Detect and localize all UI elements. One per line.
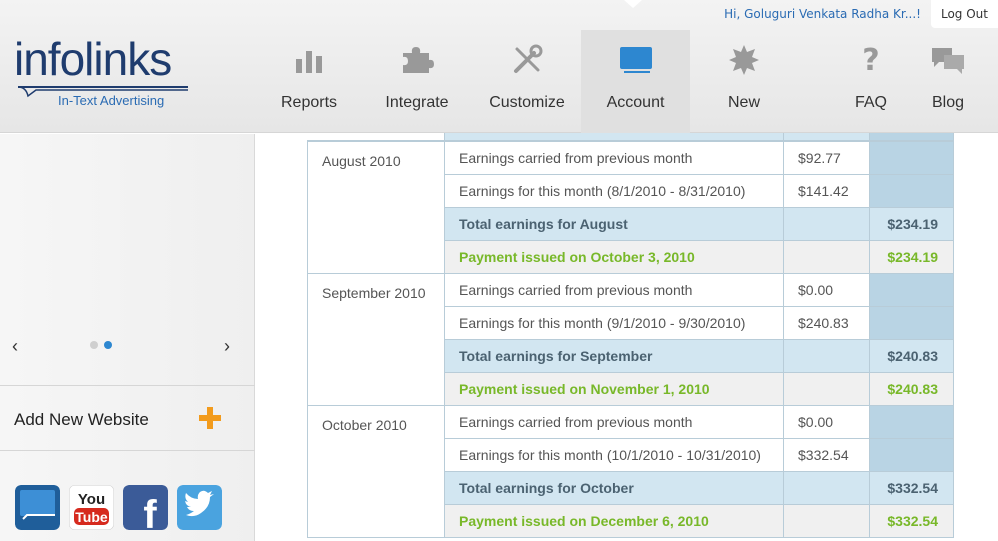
empty-cell [783,239,870,274]
empty-cell [783,503,870,538]
empty-cell [869,305,954,340]
account-card-icon [618,44,654,76]
total-label: Total earnings for September [444,338,784,373]
empty-cell [869,173,954,208]
question-icon: ? [862,42,880,78]
empty-cell [869,437,954,472]
this-month-amount: $240.83 [783,305,870,340]
empty-cell [783,338,870,373]
nav-item-new[interactable]: New [704,30,784,133]
svg-text:You: You [78,491,105,508]
nav-label: Reports [280,94,338,111]
table-row: August 2010 Earnings carried from previo… [307,140,954,274]
carousel-dot-1[interactable] [90,341,98,349]
table-row: October 2010 Earnings carried from previ… [307,404,954,538]
payment-label: Payment issued on November 1, 2010 [444,371,784,406]
total-label: Total earnings for October [444,470,784,505]
carried-label: Earnings carried from previous month [444,140,784,175]
this-month-amount: $141.42 [783,173,870,208]
carried-amount: $92.77 [783,140,870,175]
payment-label: Payment issued on October 3, 2010 [444,239,784,274]
nav-label: FAQ [854,94,887,111]
nav-label: Blog [931,94,965,111]
nav-label: Customize [489,94,565,111]
this-month-label: Earnings for this month (10/1/2010 - 10/… [444,437,784,472]
user-bar: Hi, Goluguri Venkata Radha Kr...! Log Ou… [724,0,998,28]
carousel-dot-2[interactable] [104,341,112,349]
table-row [307,133,954,141]
svg-text:f: f [143,493,157,530]
earnings-table-body: August 2010 Earnings carried from previo… [307,140,954,538]
month-cell: September 2010 [307,272,445,406]
add-website-link[interactable]: Add New Website [14,410,149,430]
carousel-prev-button[interactable]: ‹ [12,336,18,357]
nav-item-integrate[interactable]: Integrate [376,30,458,133]
carousel-next-button[interactable]: › [224,336,230,357]
payment-amount: $332.54 [869,503,954,538]
payment-amount: $240.83 [869,371,954,406]
nav-item-faq[interactable]: ? FAQ [838,30,904,133]
left-sidebar: ‹ › Add New Website You Tube f [0,134,255,541]
nav-item-account[interactable]: Account [581,30,690,133]
plus-icon[interactable] [199,407,221,429]
svg-text:Tube: Tube [75,509,108,525]
account-pointer-notch [624,0,642,8]
nav-label: Integrate [385,94,449,111]
nav-label: Account [606,94,665,111]
tools-icon [509,44,545,76]
empty-cell [783,470,870,505]
empty-cell [869,404,954,439]
total-amount: $240.83 [869,338,954,373]
carried-label: Earnings carried from previous month [444,404,784,439]
carried-amount: $0.00 [783,272,870,307]
star-burst-icon [726,44,762,76]
top-header: infolinks In-Text Advertising Reports In… [0,0,998,133]
nav-item-blog[interactable]: Blog [918,30,978,133]
empty-cell [869,272,954,307]
nav-label: New [727,94,760,111]
table-row: September 2010 Earnings carried from pre… [307,272,954,406]
infolinks-logo[interactable]: infolinks In-Text Advertising [14,36,194,116]
facebook-icon[interactable]: f [123,485,168,530]
logo-tagline: In-Text Advertising [58,93,165,108]
this-month-label: Earnings for this month (9/1/2010 - 9/30… [444,305,784,340]
payment-label: Payment issued on December 6, 2010 [444,503,784,538]
chat-bubbles-icon [930,44,966,76]
empty-cell [783,206,870,241]
month-cell: August 2010 [307,140,445,274]
earnings-table [307,133,954,141]
logo-wordmark: infolinks [14,33,172,85]
payment-amount: $234.19 [869,239,954,274]
month-cell: October 2010 [307,404,445,538]
sidebar-divider [0,450,255,451]
carried-amount: $0.00 [783,404,870,439]
empty-cell [783,371,870,406]
total-amount: $332.54 [869,470,954,505]
total-amount: $234.19 [869,206,954,241]
bar-chart-icon [291,44,327,76]
puzzle-icon [399,44,435,76]
earnings-table-container: August 2010 Earnings carried from previo… [307,133,954,538]
sidebar-divider [0,385,255,386]
this-month-amount: $332.54 [783,437,870,472]
logout-button[interactable]: Log Out [930,0,998,28]
youtube-icon[interactable]: You Tube [69,485,114,530]
twitter-icon[interactable] [177,485,222,530]
empty-cell [869,140,954,175]
carried-label: Earnings carried from previous month [444,272,784,307]
nav-item-customize[interactable]: Customize [482,30,572,133]
infolinks-icon[interactable] [15,485,60,530]
nav-item-reports[interactable]: Reports [268,30,350,133]
this-month-label: Earnings for this month (8/1/2010 - 8/31… [444,173,784,208]
total-label: Total earnings for August [444,206,784,241]
user-greeting[interactable]: Hi, Goluguri Venkata Radha Kr...! [724,7,921,21]
